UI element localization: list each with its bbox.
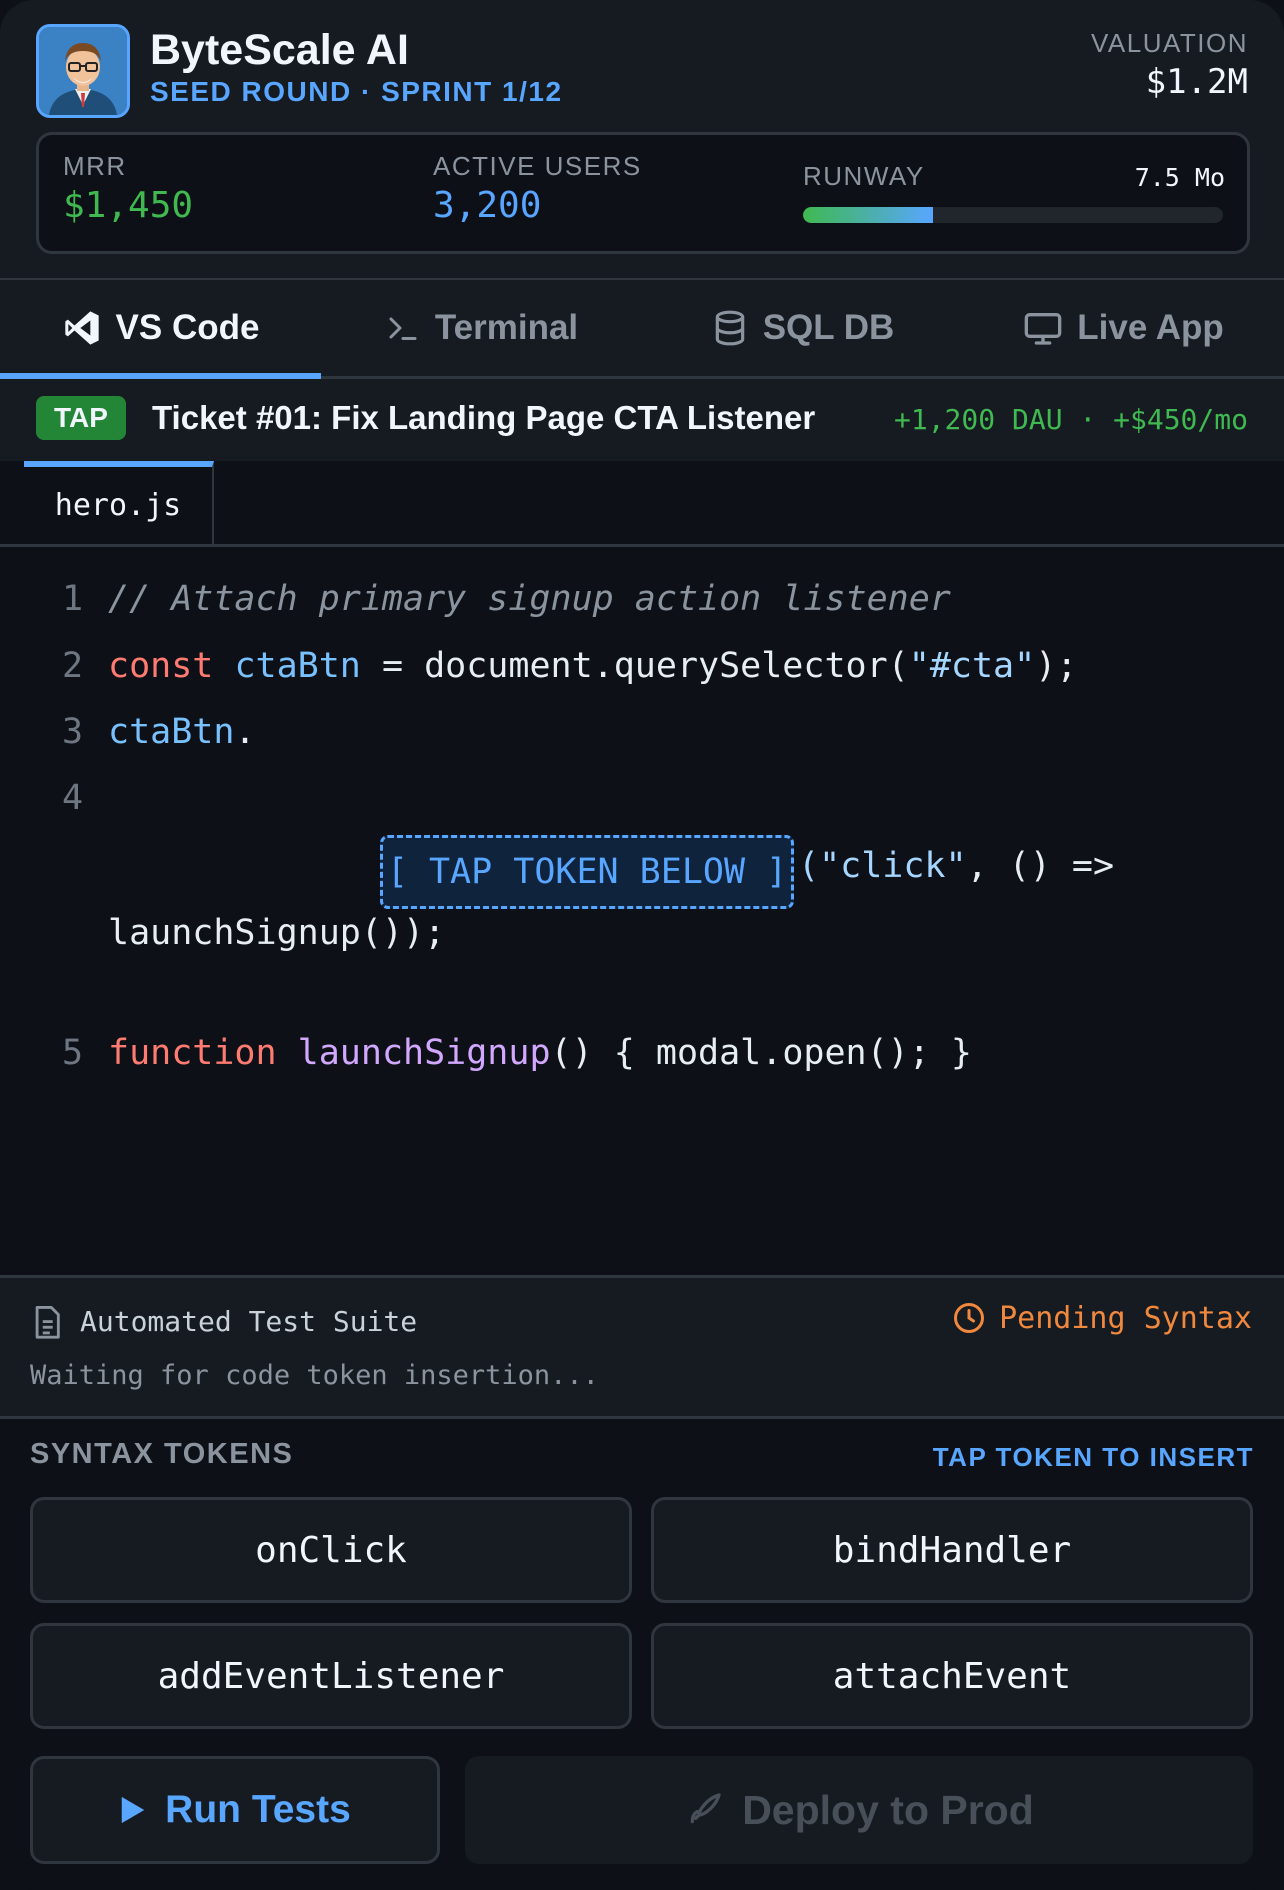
tab-label: Terminal — [434, 308, 579, 347]
line-number: 4 — [62, 778, 84, 818]
document-icon — [35, 1305, 60, 1339]
valuation-value: $1.2M — [1145, 62, 1248, 102]
line-number: 3 — [62, 712, 84, 752]
code-line-3: ctaBtn. — [108, 712, 256, 752]
code-line-4-continuation: launchSignup()); — [108, 913, 446, 953]
company-name: ByteScale AI — [150, 26, 409, 74]
test-suite-title: Automated Test Suite — [80, 1305, 418, 1338]
line-number: 5 — [62, 1033, 84, 1073]
token-addeventlistener[interactable]: addEventListener — [30, 1623, 632, 1729]
monitor-icon — [1024, 313, 1062, 345]
funding-round: SEED ROUND · SPRINT 1/12 — [150, 76, 563, 107]
code-editor: 1 // Attach primary signup action listen… — [0, 547, 1284, 1275]
vscode-icon — [64, 311, 99, 345]
line-number: 2 — [62, 646, 84, 686]
founder-avatar — [36, 24, 130, 118]
terminal-icon — [389, 317, 417, 340]
tab-label: Live App — [1077, 308, 1224, 347]
test-message: Waiting for code token insertion... — [30, 1360, 599, 1391]
runway-progress-bar — [803, 207, 1223, 223]
app-root: ByteScale AI SEED ROUND · SPRINT 1/12 VA… — [0, 0, 1284, 1890]
ticket-bar: TAP Ticket #01: Fix Landing Page CTA Lis… — [0, 379, 1284, 464]
code-text: , () => — [966, 846, 1115, 886]
stats-panel: MRR $1,450 ACTIVE USERS 3,200 RUNWAY 7.5… — [36, 132, 1250, 254]
token-attachevent[interactable]: attachEvent — [651, 1623, 1253, 1729]
tab-vs-code[interactable]: VS Code — [0, 280, 321, 379]
code-line-1: // Attach primary signup action listener — [108, 579, 951, 619]
code-text: () { modal.open(); } — [550, 1033, 972, 1073]
tab-terminal[interactable]: Terminal — [321, 280, 642, 376]
run-tests-label: Run Tests — [165, 1788, 351, 1831]
token-insertion-slot[interactable]: [ TAP TOKEN BELOW ] — [380, 835, 794, 909]
tap-badge: TAP — [36, 396, 126, 440]
mrr-value: $1,450 — [63, 185, 194, 226]
tab-sql-db[interactable]: SQL DB — [642, 280, 963, 376]
database-icon — [715, 310, 744, 346]
code-text: . — [234, 712, 256, 752]
run-tests-button[interactable]: Run Tests — [30, 1756, 440, 1864]
test-status: Pending Syntax — [951, 1300, 1252, 1336]
runway-value: 7.5 Mo — [1134, 163, 1225, 192]
code-line-4-after-slot: ("click", () => — [798, 846, 1114, 886]
rocket-icon — [690, 1793, 721, 1824]
clock-icon — [954, 1303, 985, 1333]
tab-live-app[interactable]: Live App — [963, 280, 1284, 376]
code-line-5: function launchSignup() { modal.open(); … — [108, 1033, 972, 1073]
code-text: = document.querySelector( — [360, 646, 909, 686]
active-users-value: 3,200 — [433, 185, 542, 226]
variable-token: ctaBtn — [234, 646, 361, 686]
deploy-label: Deploy to Prod — [742, 1786, 1034, 1833]
code-text: ); — [1035, 646, 1078, 686]
tokens-heading: SYNTAX TOKENS — [30, 1438, 294, 1470]
active-users-label: ACTIVE USERS — [433, 151, 642, 181]
runway-label: RUNWAY — [803, 161, 925, 191]
test-status-label: Pending Syntax — [999, 1300, 1252, 1336]
token-onclick[interactable]: onClick — [30, 1497, 632, 1603]
play-icon — [121, 1796, 145, 1824]
tool-tabs: VS Code Terminal SQL DB Live App — [0, 280, 1284, 379]
keyword-token: function — [108, 1033, 277, 1073]
tokens-hint: TAP TOKEN TO INSERT — [932, 1442, 1254, 1472]
tab-label: VS Code — [115, 308, 260, 347]
ticket-title: Ticket #01: Fix Landing Page CTA Listene… — [152, 399, 816, 436]
line-number: 1 — [62, 579, 84, 619]
string-token: "#cta" — [908, 646, 1036, 686]
test-suite-panel: Automated Test Suite Pending Syntax Wait… — [0, 1275, 1284, 1419]
valuation-label: VALUATION — [1090, 28, 1248, 58]
code-line-2: const ctaBtn = document.querySelector("#… — [108, 646, 1077, 686]
tab-label: SQL DB — [762, 308, 895, 347]
token-bindhandler[interactable]: bindHandler — [651, 1497, 1253, 1603]
variable-token: ctaBtn — [108, 712, 235, 752]
header: ByteScale AI SEED ROUND · SPRINT 1/12 VA… — [0, 0, 1284, 281]
keyword-token: const — [108, 646, 214, 686]
file-tabs: hero.js — [0, 461, 1284, 547]
mrr-label: MRR — [63, 151, 127, 181]
ticket-reward: +1,200 DAU · +$450/mo — [893, 403, 1248, 436]
string-token: ("click" — [798, 846, 967, 886]
file-tab-hero-js[interactable]: hero.js — [24, 461, 214, 544]
deploy-to-prod-button[interactable]: Deploy to Prod — [465, 1756, 1253, 1864]
runway-progress-fill — [803, 207, 934, 223]
function-token: launchSignup — [297, 1033, 551, 1073]
